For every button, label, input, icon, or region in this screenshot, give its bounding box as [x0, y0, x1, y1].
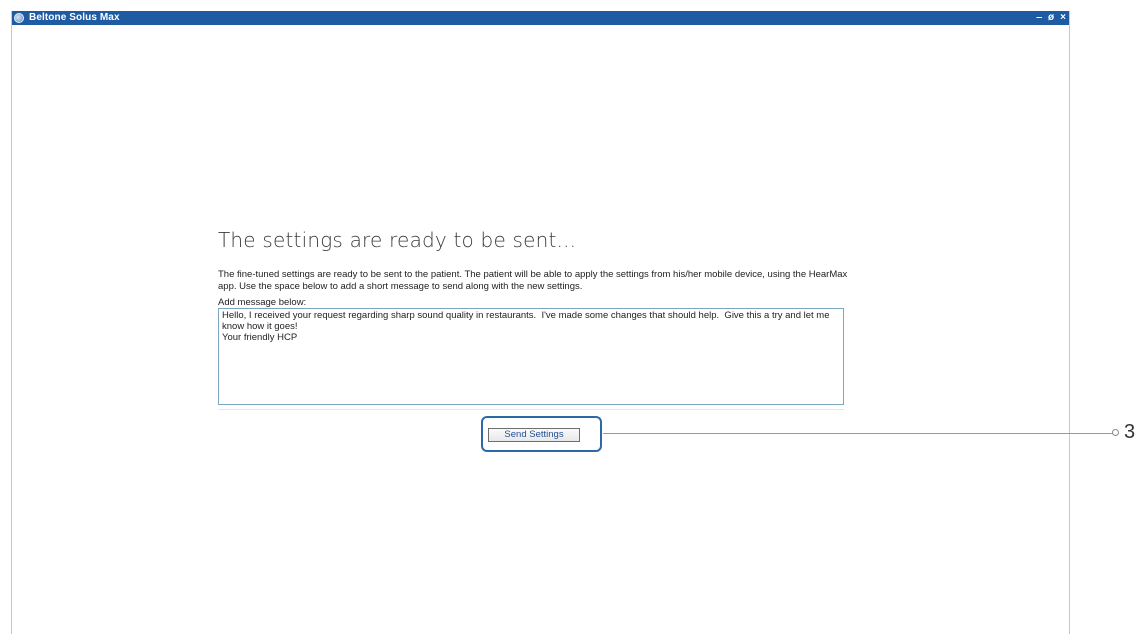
- callout-dot: [1112, 429, 1119, 436]
- page-title: The settings are ready to be sent...: [218, 228, 577, 252]
- window-controls: ‒ ø ×: [1036, 11, 1066, 25]
- callout-line: [603, 433, 1115, 434]
- description-text: The fine-tuned settings are ready to be …: [218, 269, 848, 292]
- minimize-icon[interactable]: ‒: [1036, 11, 1042, 25]
- message-textarea[interactable]: Hello, I received your request regarding…: [218, 308, 844, 405]
- window-title: Beltone Solus Max: [29, 12, 120, 23]
- restore-icon[interactable]: ø: [1048, 11, 1054, 25]
- title-bar: Beltone Solus Max ‒ ø ×: [12, 11, 1069, 25]
- app-logo-icon: [14, 13, 24, 23]
- divider: [218, 405, 844, 410]
- callout-number: 3: [1124, 421, 1136, 443]
- close-icon[interactable]: ×: [1060, 11, 1066, 25]
- send-settings-panel: The settings are ready to be sent... The…: [218, 228, 848, 410]
- message-label: Add message below:: [218, 297, 307, 308]
- send-settings-button[interactable]: Send Settings: [488, 428, 580, 442]
